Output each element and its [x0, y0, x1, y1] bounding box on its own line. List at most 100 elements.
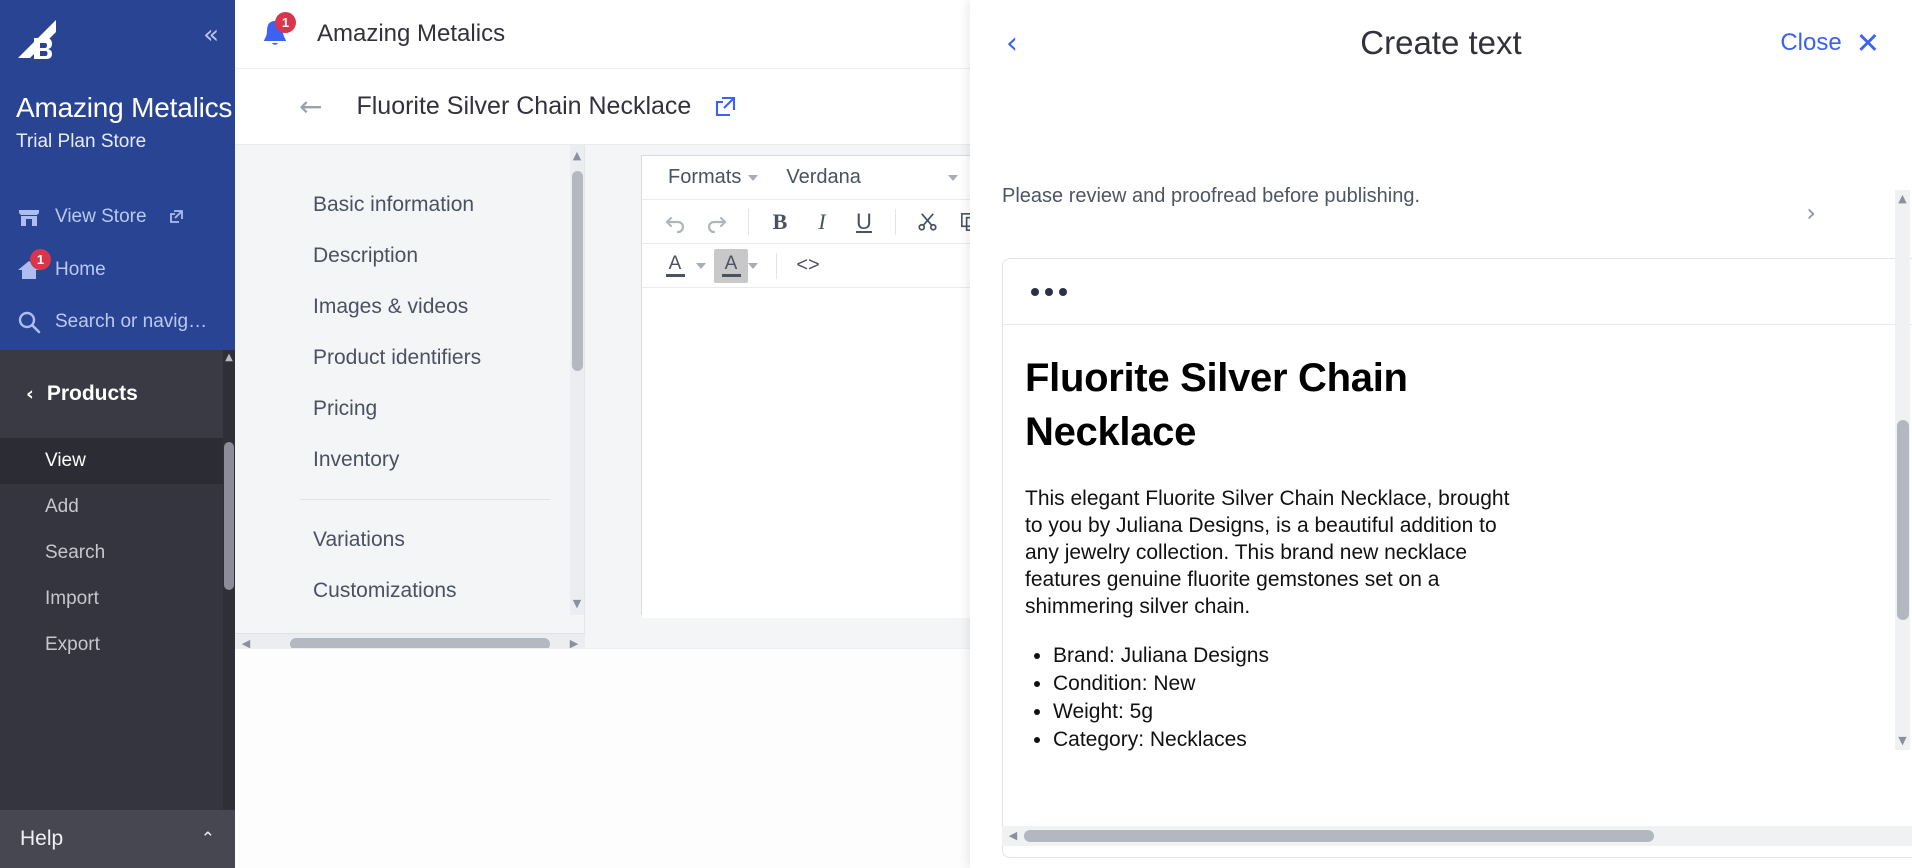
- sidebar-item-import[interactable]: Import: [0, 576, 235, 622]
- scroll-up-icon[interactable]: ▲: [1895, 190, 1910, 208]
- product-nav-panel: Basic information Description Images & v…: [235, 145, 585, 653]
- sidebar-item-label: Search: [45, 542, 106, 563]
- list-item: Brand: Juliana Designs: [1053, 642, 1912, 669]
- scrollbar-thumb[interactable]: [224, 442, 234, 590]
- scroll-down-icon[interactable]: ▼: [570, 595, 584, 613]
- panel-header: ‹ Create text Close ✕: [970, 0, 1912, 86]
- sidebar-item-add[interactable]: Add: [0, 484, 235, 530]
- text-color-icon[interactable]: A: [654, 249, 696, 283]
- nav-item-product-identifiers[interactable]: Product identifiers: [235, 332, 584, 383]
- document-title: Fluorite Silver Chain Necklace: [1025, 356, 1408, 454]
- document-bullet-list: Brand: Juliana Designs Condition: New We…: [1025, 642, 1912, 753]
- nav-item-label: Customizations: [313, 578, 457, 602]
- nav-item-images-videos[interactable]: Images & videos: [235, 281, 584, 332]
- source-code-icon[interactable]: <>: [787, 249, 829, 283]
- document-paragraph: This elegant Fluorite Silver Chain Neckl…: [1025, 487, 1510, 618]
- panel-hscrollbar[interactable]: ◀ ▶: [1002, 826, 1912, 846]
- nav-item-pricing[interactable]: Pricing: [235, 383, 584, 434]
- sidebar-top: « Amazing Metalics Trial Plan Store View…: [0, 0, 235, 350]
- formats-dropdown[interactable]: Formats: [654, 166, 772, 189]
- panel-body: Please review and proofread before publi…: [970, 86, 1912, 868]
- sidebar-item-label: Home: [55, 259, 106, 280]
- store-name: Amazing Metalics: [16, 92, 233, 123]
- product-nav-scrollbar[interactable]: ▲ ▼: [570, 145, 584, 615]
- chevron-down-icon[interactable]: [696, 262, 706, 269]
- close-button[interactable]: Close ✕: [1780, 26, 1880, 60]
- cut-scissors-icon[interactable]: [906, 205, 948, 239]
- sidebar-item-label: View: [45, 450, 86, 471]
- bold-icon[interactable]: B: [759, 205, 801, 239]
- notification-bell-icon[interactable]: 1: [255, 12, 296, 54]
- nav-item-customizations[interactable]: Customizations: [235, 565, 584, 616]
- scroll-up-icon[interactable]: ▲: [223, 350, 235, 366]
- open-in-new-icon[interactable]: [713, 95, 737, 119]
- close-x-icon[interactable]: ✕: [1856, 26, 1880, 60]
- store-plan: Trial Plan Store: [16, 131, 147, 152]
- nav-item-label: Images & videos: [313, 294, 469, 318]
- double-chevron-left-icon[interactable]: «: [203, 22, 219, 48]
- scroll-down-icon[interactable]: ▼: [1895, 732, 1910, 750]
- top-bar-title: Amazing Metalics: [317, 20, 506, 47]
- toolbar-divider: [776, 252, 777, 279]
- sidebar-search-label: Search or navig…: [55, 311, 208, 332]
- chevron-down-icon[interactable]: [748, 262, 758, 269]
- page-title: Fluorite Silver Chain Necklace: [356, 92, 692, 120]
- chevron-up-icon[interactable]: ⌃: [201, 829, 215, 849]
- search-icon: [16, 309, 42, 335]
- sidebar-item-export[interactable]: Export: [0, 622, 235, 668]
- italic-icon[interactable]: I: [801, 205, 843, 239]
- nav-item-variations[interactable]: Variations: [235, 514, 584, 565]
- sidebar-scrollbar[interactable]: ▲ ▼: [223, 350, 235, 868]
- scroll-left-icon[interactable]: ◀: [1004, 826, 1022, 846]
- close-label: Close: [1780, 29, 1842, 56]
- nav-item-label: Basic information: [313, 192, 475, 216]
- chevron-right-icon[interactable]: ›: [1806, 199, 1816, 227]
- bottom-strip: [235, 648, 970, 868]
- panel-scrollbar[interactable]: ▲ ▼: [1895, 190, 1910, 750]
- sidebar-item-view[interactable]: View: [0, 438, 235, 484]
- left-sidebar: « Amazing Metalics Trial Plan Store View…: [0, 0, 235, 868]
- sidebar-item-label: Export: [45, 634, 100, 655]
- highlight-color-icon[interactable]: A: [714, 248, 748, 283]
- nav-item-label: Variations: [313, 527, 405, 551]
- sidebar-item-label: View Store: [55, 206, 147, 227]
- scrollbar-thumb[interactable]: [1897, 420, 1909, 620]
- sidebar-products-header[interactable]: ‹ Products: [0, 350, 235, 438]
- chevron-down-icon: [748, 174, 759, 181]
- list-item: Category: Necklaces: [1053, 726, 1912, 753]
- help-bar[interactable]: Help ⌃: [0, 810, 235, 868]
- scrollbar-thumb[interactable]: [572, 171, 583, 371]
- sidebar-item-home[interactable]: 1 Home: [16, 249, 106, 283]
- undo-icon[interactable]: [654, 205, 696, 239]
- panel-title: Create text: [1360, 24, 1522, 61]
- nav-item-basic-information[interactable]: Basic information: [235, 179, 584, 230]
- list-item: Weight: 5g: [1053, 698, 1912, 725]
- list-item: Condition: New: [1053, 670, 1912, 697]
- home-badge: 1: [30, 249, 51, 270]
- sidebar-item-view-store[interactable]: View Store: [16, 204, 184, 230]
- app-root: « Amazing Metalics Trial Plan Store View…: [0, 0, 1912, 868]
- chevron-left-icon[interactable]: ‹: [1006, 26, 1018, 61]
- sidebar-products-title: Products: [46, 382, 138, 405]
- nav-item-inventory[interactable]: Inventory: [235, 434, 584, 485]
- redo-icon[interactable]: [696, 205, 738, 239]
- sidebar-item-label: Add: [45, 496, 79, 517]
- underline-icon[interactable]: U: [843, 205, 885, 239]
- sidebar-item-label: Import: [45, 588, 99, 609]
- more-horizontal-icon[interactable]: [1031, 287, 1067, 296]
- nav-item-description[interactable]: Description: [235, 230, 584, 281]
- scroll-up-icon[interactable]: ▲: [570, 147, 584, 165]
- sidebar-item-search[interactable]: Search: [0, 530, 235, 576]
- chevron-left-icon: ‹: [26, 383, 34, 405]
- card-toolbar: [1003, 259, 1912, 325]
- sidebar-search[interactable]: Search or navig…: [16, 309, 207, 335]
- storefront-icon: [16, 204, 42, 230]
- arrow-left-icon[interactable]: ←: [299, 90, 322, 123]
- formats-label: Formats: [668, 166, 742, 188]
- toolbar-divider: [748, 208, 749, 235]
- hscrollbar-thumb[interactable]: [1024, 830, 1654, 842]
- proofread-note: Please review and proofread before publi…: [1002, 185, 1421, 207]
- font-family-dropdown[interactable]: Verdana: [772, 166, 972, 189]
- open-in-new-icon: [168, 209, 184, 225]
- generated-text-card: Fluorite Silver Chain Necklace This eleg…: [1002, 258, 1912, 858]
